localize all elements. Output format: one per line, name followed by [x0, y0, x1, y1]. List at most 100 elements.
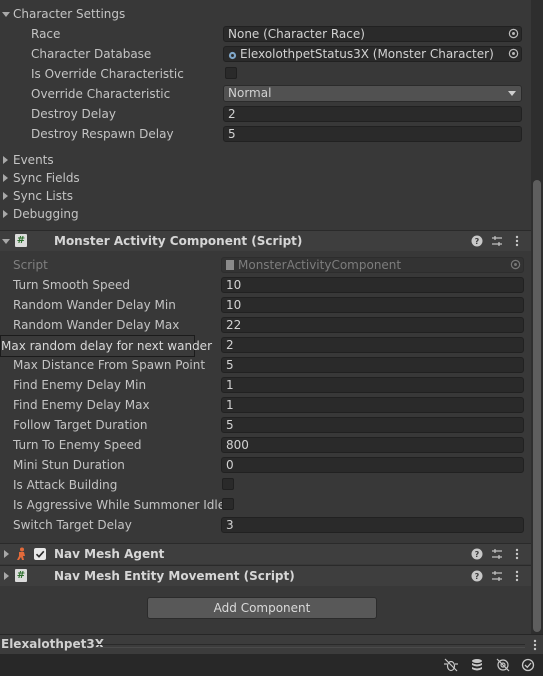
hidden-field-value: 2: [226, 338, 234, 352]
destroy-delay-row: Destroy Delay 2: [0, 104, 531, 124]
find-enemy-delay-max-label: Find Enemy Delay Max: [13, 398, 150, 412]
override-characteristic-value: Normal: [228, 86, 272, 100]
foldout-sync-fields-label: Sync Fields: [13, 171, 80, 185]
presets-icon[interactable]: [491, 548, 503, 560]
switch-target-delay-row: Switch Target Delay 3: [0, 515, 531, 535]
character-database-label: Character Database: [31, 47, 152, 61]
help-icon[interactable]: ?: [471, 235, 483, 247]
hidden-field[interactable]: 2: [221, 337, 524, 353]
find-enemy-delay-min-value: 1: [226, 378, 234, 392]
random-wander-delay-max-value: 22: [226, 318, 242, 332]
race-field[interactable]: None (Character Race): [223, 26, 522, 42]
visibility-off-icon[interactable]: [495, 658, 511, 672]
destroy-respawn-delay-field[interactable]: 5: [223, 126, 522, 142]
find-enemy-delay-min-row: Find Enemy Delay Min 1: [0, 375, 531, 395]
nav-mesh-entity-movement-header[interactable]: # Nav Mesh Entity Movement (Script) ?: [0, 565, 531, 586]
chevron-down-icon: [508, 91, 516, 96]
is-aggressive-while-summoner-idle-row: Is Aggressive While Summoner Idle: [0, 495, 531, 515]
destroy-delay-label: Destroy Delay: [31, 107, 116, 121]
script-field: MonsterActivityComponent: [221, 257, 524, 273]
help-icon[interactable]: ?: [471, 548, 483, 560]
mini-stun-duration-field[interactable]: 0: [221, 457, 524, 473]
follow-target-duration-value: 5: [226, 418, 234, 432]
foldout-closed-icon: [3, 174, 8, 182]
check-circle-icon[interactable]: [520, 658, 536, 672]
turn-smooth-speed-label: Turn Smooth Speed: [13, 278, 130, 292]
find-enemy-delay-max-value: 1: [226, 398, 234, 412]
presets-icon[interactable]: [491, 570, 503, 582]
destroy-respawn-delay-row: Destroy Respawn Delay 5: [0, 124, 531, 144]
mini-stun-duration-label: Mini Stun Duration: [13, 458, 125, 472]
is-attack-building-label: Is Attack Building: [13, 478, 118, 492]
kebab-menu-icon[interactable]: [511, 548, 523, 560]
destroy-respawn-delay-value: 5: [228, 127, 236, 141]
object-picker-icon[interactable]: [506, 46, 520, 60]
character-database-row: Character Database ElexolothpetStatus3X …: [0, 44, 531, 64]
random-wander-delay-min-label: Random Wander Delay Min: [13, 298, 176, 312]
foldout-closed-icon: [3, 192, 8, 200]
foldout-events[interactable]: Events: [0, 150, 531, 170]
override-characteristic-row: Override Characteristic Normal: [0, 84, 531, 104]
script-value: MonsterActivityComponent: [238, 258, 402, 272]
turn-to-enemy-speed-label: Turn To Enemy Speed: [13, 438, 142, 452]
find-enemy-delay-min-field[interactable]: 1: [221, 377, 524, 393]
layers-icon[interactable]: [469, 658, 485, 672]
nav-mesh-agent-enabled-checkbox[interactable]: [34, 548, 46, 560]
checkmark-icon: [35, 550, 45, 558]
nav-mesh-agent-header[interactable]: Nav Mesh Agent ?: [0, 543, 531, 564]
is-attack-building-row: Is Attack Building: [0, 475, 531, 495]
switch-target-delay-field[interactable]: 3: [221, 517, 524, 533]
find-enemy-delay-max-field[interactable]: 1: [221, 397, 524, 413]
script-icon: #: [15, 569, 27, 582]
race-value: None (Character Race): [228, 27, 365, 41]
max-distance-from-spawn-point-row: Max Distance From Spawn Point 5: [0, 355, 531, 375]
kebab-menu-icon[interactable]: [511, 235, 523, 247]
scrollbar-thumb[interactable]: [533, 180, 541, 632]
is-override-characteristic-checkbox[interactable]: [225, 67, 237, 79]
status-bar: [0, 654, 543, 676]
destroy-delay-field[interactable]: 2: [223, 106, 522, 122]
turn-smooth-speed-row: Turn Smooth Speed 10: [0, 275, 531, 295]
random-wander-delay-min-field[interactable]: 10: [221, 297, 524, 313]
max-distance-from-spawn-point-label: Max Distance From Spawn Point: [13, 358, 206, 372]
debug-off-icon[interactable]: [443, 658, 459, 672]
is-aggressive-while-summoner-idle-label: Is Aggressive While Summoner Idle: [13, 498, 226, 512]
nav-mesh-agent-icon: [15, 547, 28, 561]
override-characteristic-label: Override Characteristic: [31, 87, 171, 101]
monster-activity-header[interactable]: # Monster Activity Component (Script) ?: [0, 230, 531, 251]
kebab-menu-icon[interactable]: [530, 638, 540, 652]
foldout-open-icon: [2, 239, 10, 244]
nav-mesh-agent-title: Nav Mesh Agent: [54, 547, 165, 561]
is-attack-building-checkbox[interactable]: [222, 478, 234, 490]
foldout-sync-lists[interactable]: Sync Lists: [0, 186, 531, 206]
foldout-sync-fields[interactable]: Sync Fields: [0, 168, 531, 188]
turn-smooth-speed-field[interactable]: 10: [221, 277, 524, 293]
object-picker-icon[interactable]: [506, 26, 520, 40]
add-component-button[interactable]: Add Component: [147, 597, 377, 619]
is-override-characteristic-row: Is Override Characteristic: [0, 64, 531, 84]
foldout-debugging-label: Debugging: [13, 207, 79, 221]
follow-target-duration-label: Follow Target Duration: [13, 418, 148, 432]
script-icon: #: [15, 234, 27, 247]
random-wander-delay-max-field[interactable]: 22: [221, 317, 524, 333]
script-row: Script MonsterActivityComponent: [0, 255, 531, 275]
race-label: Race: [31, 27, 61, 41]
override-characteristic-dropdown[interactable]: Normal: [223, 85, 522, 102]
monster-activity-title: Monster Activity Component (Script): [54, 234, 303, 248]
foldout-sync-lists-label: Sync Lists: [13, 189, 73, 203]
preview-bar[interactable]: Elexalothpet3X: [0, 634, 543, 654]
is-aggressive-while-summoner-idle-checkbox[interactable]: [222, 498, 234, 510]
follow-target-duration-field[interactable]: 5: [221, 417, 524, 433]
character-settings-foldout[interactable]: Character Settings: [0, 4, 531, 24]
random-wander-delay-min-value: 10: [226, 298, 242, 312]
max-distance-from-spawn-point-field[interactable]: 5: [221, 357, 524, 373]
kebab-menu-icon[interactable]: [511, 570, 523, 582]
presets-icon[interactable]: [491, 235, 503, 247]
help-icon[interactable]: ?: [471, 570, 483, 582]
is-override-characteristic-label: Is Override Characteristic: [31, 67, 184, 81]
turn-to-enemy-speed-field[interactable]: 800: [221, 437, 524, 453]
foldout-debugging[interactable]: Debugging: [0, 204, 531, 224]
scriptable-object-icon: [228, 49, 237, 60]
mini-stun-duration-value: 0: [226, 458, 234, 472]
character-database-field[interactable]: ElexolothpetStatus3X (Monster Character): [223, 46, 522, 62]
